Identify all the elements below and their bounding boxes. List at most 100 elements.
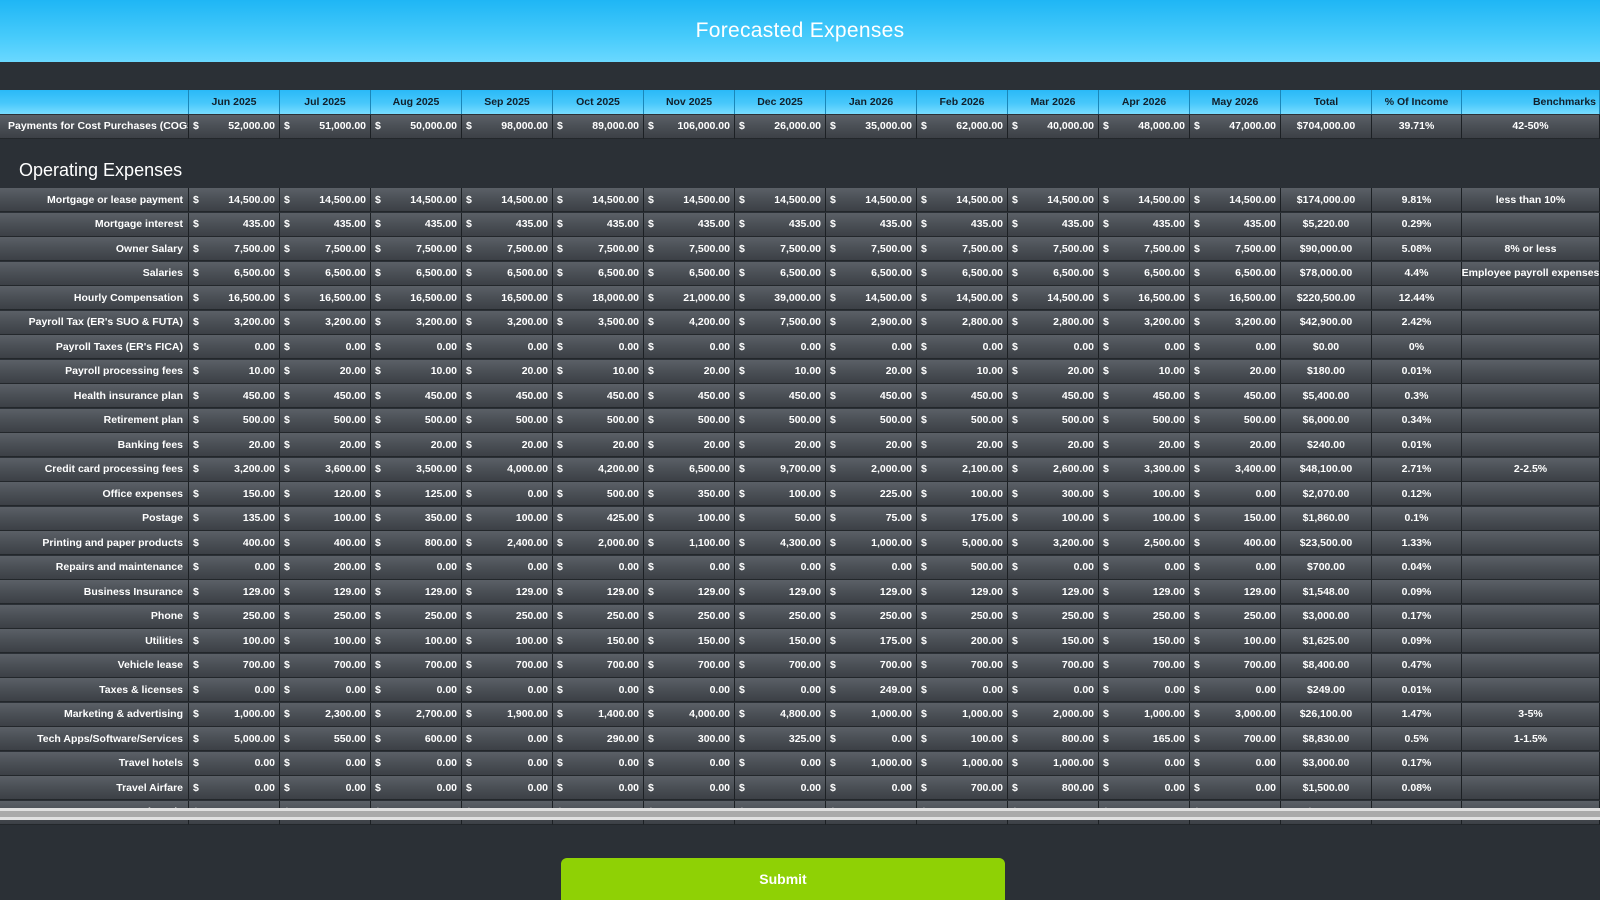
- amount-input[interactable]: $2,800.00: [917, 310, 1008, 335]
- amount-input[interactable]: $7,500.00: [1099, 237, 1190, 261]
- amount-input[interactable]: $0.00: [1099, 751, 1190, 776]
- amount-input[interactable]: $0.00: [644, 335, 735, 359]
- amount-input[interactable]: $0.00: [1008, 335, 1099, 359]
- amount-input[interactable]: $450.00: [1008, 384, 1099, 408]
- amount-input[interactable]: $700.00: [1190, 727, 1281, 751]
- amount-input[interactable]: $0.00: [735, 335, 826, 359]
- amount-input[interactable]: $10.00: [189, 359, 280, 384]
- amount-input[interactable]: $450.00: [644, 384, 735, 408]
- amount-input[interactable]: $7,500.00: [826, 237, 917, 261]
- amount-input[interactable]: $16,500.00: [189, 286, 280, 310]
- amount-input[interactable]: $0.00: [644, 678, 735, 702]
- amount-input[interactable]: $200.00: [280, 555, 371, 580]
- amount-input[interactable]: $450.00: [826, 384, 917, 408]
- amount-input[interactable]: $20.00: [1190, 359, 1281, 384]
- amount-input[interactable]: $100.00: [917, 482, 1008, 506]
- amount-input[interactable]: $0.00: [735, 776, 826, 800]
- amount-input[interactable]: $1,100.00: [644, 531, 735, 555]
- amount-input[interactable]: $435.00: [644, 212, 735, 237]
- amount-input[interactable]: $1,000.00: [826, 531, 917, 555]
- amount-input[interactable]: $500.00: [735, 408, 826, 433]
- amount-input[interactable]: $435.00: [735, 212, 826, 237]
- amount-input[interactable]: $0.00: [462, 678, 553, 702]
- amount-input[interactable]: $0.00: [280, 335, 371, 359]
- amount-input[interactable]: $150.00: [1190, 506, 1281, 531]
- amount-input[interactable]: $250.00: [371, 604, 462, 629]
- amount-input[interactable]: $100.00: [1099, 482, 1190, 506]
- amount-input[interactable]: $3,000.00: [1190, 702, 1281, 727]
- amount-input[interactable]: $500.00: [917, 408, 1008, 433]
- amount-input[interactable]: $7,500.00: [553, 237, 644, 261]
- amount-input[interactable]: $3,200.00: [1008, 531, 1099, 555]
- amount-input[interactable]: $0.00: [1099, 335, 1190, 359]
- amount-input[interactable]: $20.00: [735, 433, 826, 457]
- amount-input[interactable]: $250.00: [917, 604, 1008, 629]
- amount-input[interactable]: $62,000.00: [917, 114, 1008, 139]
- amount-input[interactable]: $2,800.00: [1008, 310, 1099, 335]
- amount-input[interactable]: $3,200.00: [1099, 310, 1190, 335]
- amount-input[interactable]: $450.00: [189, 384, 280, 408]
- amount-input[interactable]: $14,500.00: [735, 188, 826, 212]
- amount-input[interactable]: $1,400.00: [553, 702, 644, 727]
- amount-input[interactable]: $129.00: [735, 580, 826, 604]
- amount-input[interactable]: $0.00: [371, 678, 462, 702]
- amount-input[interactable]: $20.00: [280, 359, 371, 384]
- amount-input[interactable]: $4,000.00: [462, 457, 553, 482]
- amount-input[interactable]: $3,200.00: [189, 310, 280, 335]
- amount-input[interactable]: $10.00: [917, 359, 1008, 384]
- amount-input[interactable]: $100.00: [1190, 629, 1281, 653]
- amount-input[interactable]: $250.00: [644, 604, 735, 629]
- amount-input[interactable]: $0.00: [1008, 678, 1099, 702]
- amount-input[interactable]: $165.00: [1099, 727, 1190, 751]
- amount-input[interactable]: $129.00: [644, 580, 735, 604]
- amount-input[interactable]: $0.00: [553, 335, 644, 359]
- amount-input[interactable]: $6,500.00: [553, 261, 644, 286]
- amount-input[interactable]: $14,500.00: [826, 188, 917, 212]
- amount-input[interactable]: $20.00: [1099, 433, 1190, 457]
- amount-input[interactable]: $100.00: [371, 629, 462, 653]
- amount-input[interactable]: $0.00: [644, 555, 735, 580]
- amount-input[interactable]: $5,000.00: [917, 531, 1008, 555]
- amount-input[interactable]: $290.00: [553, 727, 644, 751]
- amount-input[interactable]: $14,500.00: [1008, 286, 1099, 310]
- amount-input[interactable]: $2,100.00: [917, 457, 1008, 482]
- amount-input[interactable]: $7,500.00: [1190, 237, 1281, 261]
- scrollbar-thumb[interactable]: [0, 811, 1600, 817]
- amount-input[interactable]: $3,200.00: [462, 310, 553, 335]
- amount-input[interactable]: $20.00: [644, 359, 735, 384]
- amount-input[interactable]: $129.00: [1190, 580, 1281, 604]
- amount-input[interactable]: $6,500.00: [917, 261, 1008, 286]
- amount-input[interactable]: $435.00: [462, 212, 553, 237]
- amount-input[interactable]: $350.00: [644, 482, 735, 506]
- amount-input[interactable]: $800.00: [1008, 776, 1099, 800]
- amount-input[interactable]: $98,000.00: [462, 114, 553, 139]
- amount-input[interactable]: $700.00: [735, 653, 826, 678]
- amount-input[interactable]: $2,600.00: [1008, 457, 1099, 482]
- amount-input[interactable]: $6,500.00: [1190, 261, 1281, 286]
- amount-input[interactable]: $0.00: [280, 678, 371, 702]
- amount-input[interactable]: $0.00: [826, 555, 917, 580]
- amount-input[interactable]: $4,200.00: [553, 457, 644, 482]
- amount-input[interactable]: $4,000.00: [644, 702, 735, 727]
- amount-input[interactable]: $500.00: [917, 555, 1008, 580]
- amount-input[interactable]: $0.00: [735, 678, 826, 702]
- amount-input[interactable]: $700.00: [917, 653, 1008, 678]
- amount-input[interactable]: $20.00: [462, 433, 553, 457]
- amount-input[interactable]: $0.00: [553, 678, 644, 702]
- amount-input[interactable]: $400.00: [280, 531, 371, 555]
- amount-input[interactable]: $0.00: [1190, 555, 1281, 580]
- amount-input[interactable]: $20.00: [462, 359, 553, 384]
- amount-input[interactable]: $250.00: [1190, 604, 1281, 629]
- amount-input[interactable]: $700.00: [1190, 653, 1281, 678]
- amount-input[interactable]: $7,500.00: [1008, 237, 1099, 261]
- amount-input[interactable]: $500.00: [644, 408, 735, 433]
- amount-input[interactable]: $125.00: [371, 482, 462, 506]
- amount-input[interactable]: $0.00: [1008, 555, 1099, 580]
- amount-input[interactable]: $100.00: [917, 727, 1008, 751]
- amount-input[interactable]: $250.00: [735, 604, 826, 629]
- amount-input[interactable]: $4,300.00: [735, 531, 826, 555]
- amount-input[interactable]: $129.00: [1008, 580, 1099, 604]
- amount-input[interactable]: $7,500.00: [280, 237, 371, 261]
- amount-input[interactable]: $450.00: [1099, 384, 1190, 408]
- amount-input[interactable]: $100.00: [644, 506, 735, 531]
